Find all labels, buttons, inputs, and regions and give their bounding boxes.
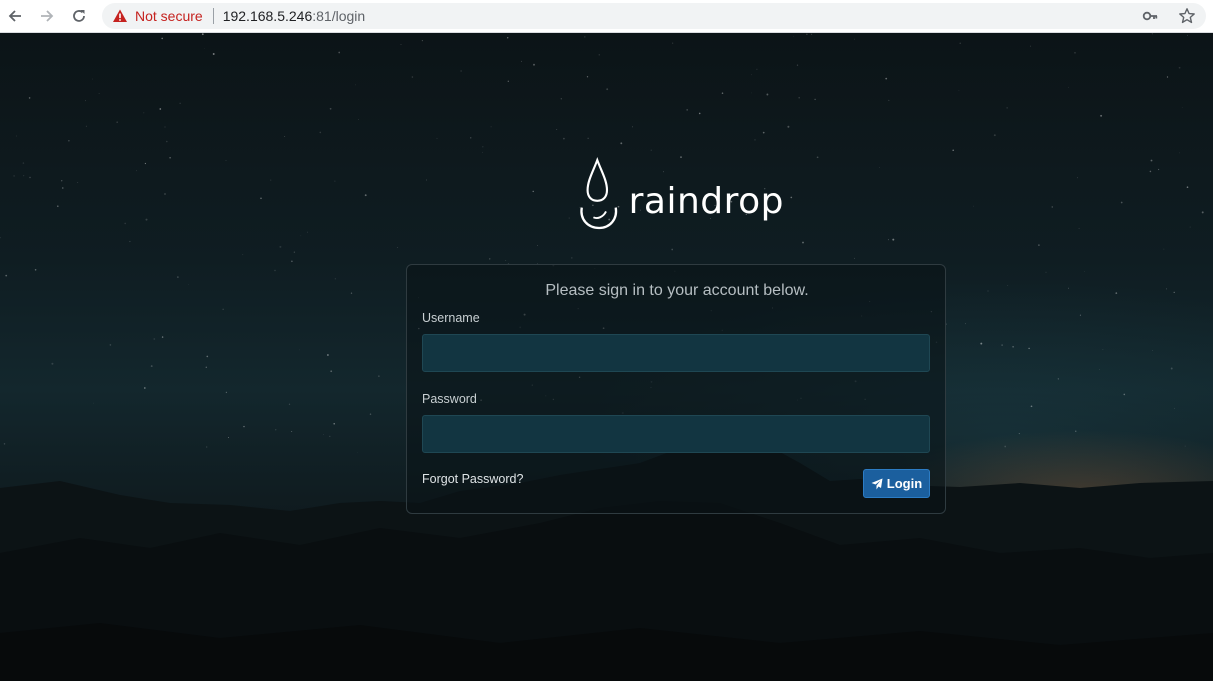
address-divider <box>212 8 214 24</box>
security-status[interactable]: Not secure <box>135 8 203 24</box>
raindrop-logo: raindrop <box>574 155 784 235</box>
browser-toolbar: Not secure 192.168.5.246:81/login <box>0 0 1213 33</box>
forward-button[interactable] <box>35 4 59 28</box>
login-subtitle: Please sign in to your account below. <box>545 282 809 299</box>
logo-wordmark: raindrop <box>628 180 784 222</box>
reload-button[interactable] <box>67 4 91 28</box>
login-button-label: Login <box>886 476 923 491</box>
password-input[interactable] <box>422 415 930 453</box>
forgot-password-link[interactable]: Forgot Password? <box>422 472 523 486</box>
arrow-left-icon <box>8 10 21 22</box>
username-input[interactable] <box>422 334 930 372</box>
login-card: Please sign in to your account below. Us… <box>406 264 946 514</box>
back-button[interactable] <box>3 4 27 28</box>
arrow-right-icon <box>41 10 54 22</box>
raindrop-icon <box>580 156 618 230</box>
url-path: :81/login <box>312 8 366 24</box>
url-host: 192.168.5.246 <box>222 8 313 24</box>
address-bar[interactable]: Not secure 192.168.5.246:81/login <box>102 3 1206 29</box>
key-icon[interactable] <box>1142 8 1158 24</box>
paper-plane-icon <box>871 478 883 489</box>
star-icon[interactable] <box>1178 7 1196 25</box>
warning-triangle-icon[interactable] <box>112 8 128 24</box>
url-text[interactable]: 192.168.5.246:81/login <box>223 8 365 24</box>
login-button[interactable]: Login <box>863 469 930 498</box>
login-page: raindrop Please sign in to your account … <box>0 33 1213 681</box>
password-label: Password <box>422 392 477 406</box>
reload-icon <box>73 10 85 22</box>
username-label: Username <box>422 311 480 325</box>
